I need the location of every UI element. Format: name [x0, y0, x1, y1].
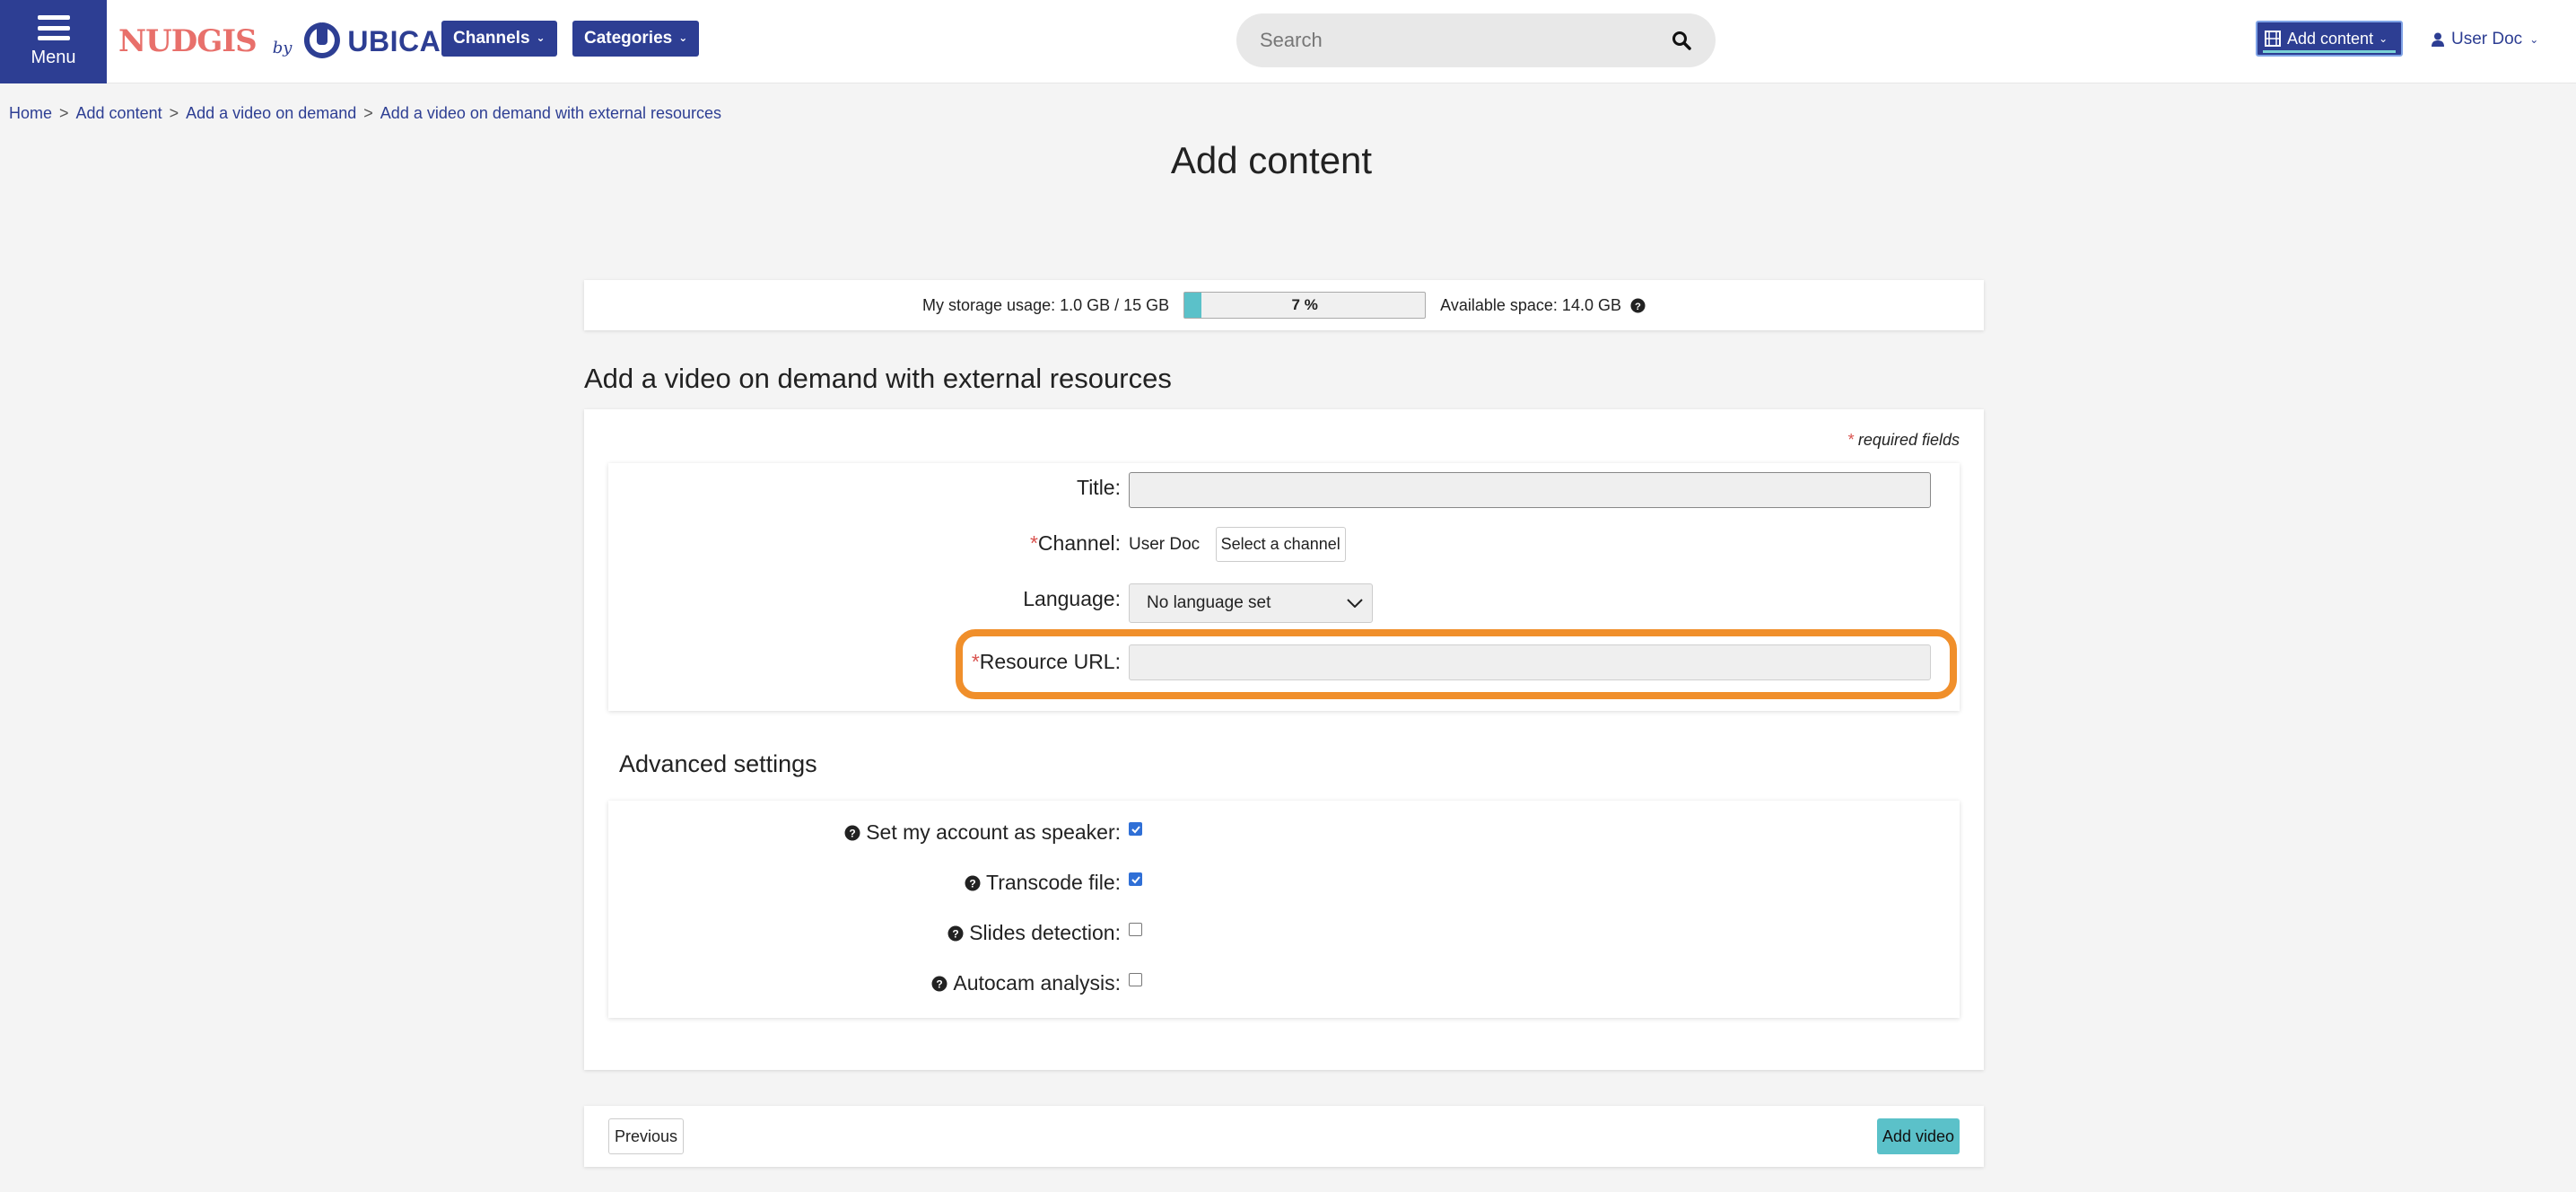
logo-nudgis: NUDGIS — [118, 23, 258, 59]
option-label-text: Transcode file: — [986, 871, 1121, 894]
language-selected-value: No language set — [1147, 593, 1271, 612]
required-star: * — [1847, 431, 1854, 449]
title-label: Title: — [1077, 476, 1121, 499]
svg-text:?: ? — [1635, 301, 1641, 311]
channel-label: *Channel: — [1030, 531, 1121, 556]
form-card: * required fields Title: *Channel: User … — [584, 409, 1984, 1070]
user-menu[interactable]: User Doc ⌄ — [2432, 27, 2538, 52]
autocam-checkbox[interactable] — [1129, 973, 1142, 986]
required-star: * — [971, 650, 980, 673]
advanced-option-label: ? Slides detection: — [947, 921, 1121, 945]
breadcrumb: Home > Add content > Add a video on dema… — [9, 104, 721, 123]
search-icon[interactable] — [1671, 30, 1692, 51]
advanced-option-row: ? Autocam analysis: — [608, 964, 1960, 1009]
title-row: Title: — [608, 469, 1960, 513]
channels-label: Channels — [453, 29, 530, 48]
title-input[interactable] — [1129, 472, 1931, 508]
top-header: Menu NUDGIS by UBICAST Channels ⌄ Catego… — [0, 0, 2576, 83]
channel-value: User Doc — [1129, 535, 1201, 554]
advanced-option-row: ? Slides detection: — [608, 914, 1960, 959]
advanced-settings-title: Advanced settings — [619, 750, 817, 777]
form-section-title: Add a video on demand with external reso… — [584, 363, 1172, 394]
advanced-option-label: ? Transcode file: — [965, 871, 1121, 895]
form-footer: Previous Add video — [584, 1106, 1984, 1167]
breadcrumb-separator: > — [363, 104, 373, 122]
channels-dropdown[interactable]: Channels ⌄ — [441, 21, 557, 57]
advanced-option-row: ? Set my account as speaker: — [608, 813, 1960, 858]
resource-url-input[interactable] — [1129, 644, 1931, 680]
language-label: Language: — [1023, 587, 1121, 610]
active-indicator — [2263, 50, 2396, 53]
breadcrumb-add-content[interactable]: Add content — [76, 104, 162, 123]
select-channel-button[interactable]: Select a channel — [1215, 527, 1346, 562]
storage-row: My storage usage: 1.0 GB / 15 GB 7 % Ava… — [584, 280, 1984, 330]
logo[interactable]: NUDGIS by UBICAST — [118, 16, 478, 66]
menu-button[interactable]: Menu — [0, 0, 107, 83]
user-name: User Doc — [2451, 30, 2523, 48]
transcode-checkbox[interactable] — [1129, 872, 1142, 886]
resource-url-row: *Resource URL: — [608, 643, 1960, 688]
menu-label: Menu — [31, 48, 76, 67]
channel-row: *Channel: User Doc Select a channel — [608, 524, 1960, 569]
advanced-option-row: ? Transcode file: — [608, 863, 1960, 908]
svg-text:?: ? — [850, 828, 856, 840]
checkmark-icon — [1131, 825, 1140, 833]
storage-progress-bar: 7 % — [1183, 292, 1427, 319]
menu-icon — [37, 15, 70, 40]
search-bar — [1236, 13, 1716, 67]
resource-url-label: *Resource URL: — [972, 650, 1121, 674]
storage-usage-label: My storage usage: 1.0 GB / 15 GB — [922, 295, 1170, 314]
svg-text:?: ? — [969, 878, 975, 890]
svg-text:?: ? — [953, 928, 959, 941]
page-title: Add content — [1170, 139, 1373, 181]
breadcrumb-separator: > — [59, 104, 69, 122]
question-circle-icon[interactable]: ? — [844, 825, 860, 841]
slides-detection-checkbox[interactable] — [1129, 923, 1142, 936]
add-content-button[interactable]: Add content ⌄ — [2256, 21, 2403, 57]
main-fields-panel: Title: *Channel: User Doc Select a chann… — [608, 463, 1960, 711]
required-fields-note: * required fields — [1847, 431, 1960, 450]
required-star: * — [1029, 531, 1038, 555]
language-select[interactable]: No language set — [1129, 583, 1373, 623]
question-circle-icon[interactable]: ? — [1630, 297, 1646, 313]
language-row: Language: No language set — [608, 580, 1960, 625]
advanced-option-label: ? Autocam analysis: — [931, 971, 1121, 995]
channel-label-text: Channel: — [1037, 531, 1121, 555]
option-label-text: Autocam analysis: — [953, 971, 1121, 995]
chevron-down-icon: ⌄ — [2529, 33, 2539, 46]
user-icon — [2432, 32, 2444, 47]
advanced-option-label: ? Set my account as speaker: — [844, 820, 1121, 845]
speaker-checkbox[interactable] — [1129, 822, 1142, 836]
storage-card: My storage usage: 1.0 GB / 15 GB 7 % Ava… — [584, 280, 1984, 330]
add-video-button[interactable]: Add video — [1876, 1118, 1960, 1154]
chevron-down-icon: ⌄ — [678, 31, 688, 44]
option-label-text: Set my account as speaker: — [866, 820, 1121, 844]
advanced-settings-panel: ? Set my account as speaker: ? Transcode f… — [608, 801, 1960, 1018]
categories-label: Categories — [584, 29, 673, 48]
caret-down-icon — [1347, 599, 1363, 608]
film-icon — [2265, 31, 2281, 47]
required-note-text: required fields — [1853, 431, 1960, 449]
ubicast-logo-icon — [304, 22, 341, 58]
resource-url-label-text: Resource URL: — [979, 650, 1121, 673]
breadcrumb-separator: > — [169, 104, 179, 122]
question-circle-icon[interactable]: ? — [947, 925, 964, 942]
question-circle-icon[interactable]: ? — [965, 875, 981, 891]
chevron-down-icon: ⌄ — [536, 31, 546, 44]
breadcrumb-add-vod[interactable]: Add a video on demand — [186, 104, 356, 123]
checkmark-icon — [1131, 875, 1140, 883]
chevron-down-icon: ⌄ — [2379, 32, 2388, 45]
available-space-label: Available space: 14.0 GB — [1440, 295, 1621, 314]
search-input[interactable] — [1260, 29, 1671, 52]
logo-by: by — [272, 38, 293, 57]
option-label-text: Slides detection: — [969, 921, 1121, 944]
breadcrumb-home[interactable]: Home — [9, 104, 52, 123]
question-circle-icon[interactable]: ? — [931, 976, 947, 992]
add-content-label: Add content — [2287, 29, 2374, 48]
breadcrumb-add-vod-external[interactable]: Add a video on demand with external reso… — [380, 104, 721, 123]
categories-dropdown[interactable]: Categories ⌄ — [572, 21, 700, 57]
svg-text:?: ? — [937, 978, 943, 991]
previous-button[interactable]: Previous — [608, 1118, 685, 1154]
storage-progress-text: 7 % — [1291, 296, 1318, 313]
